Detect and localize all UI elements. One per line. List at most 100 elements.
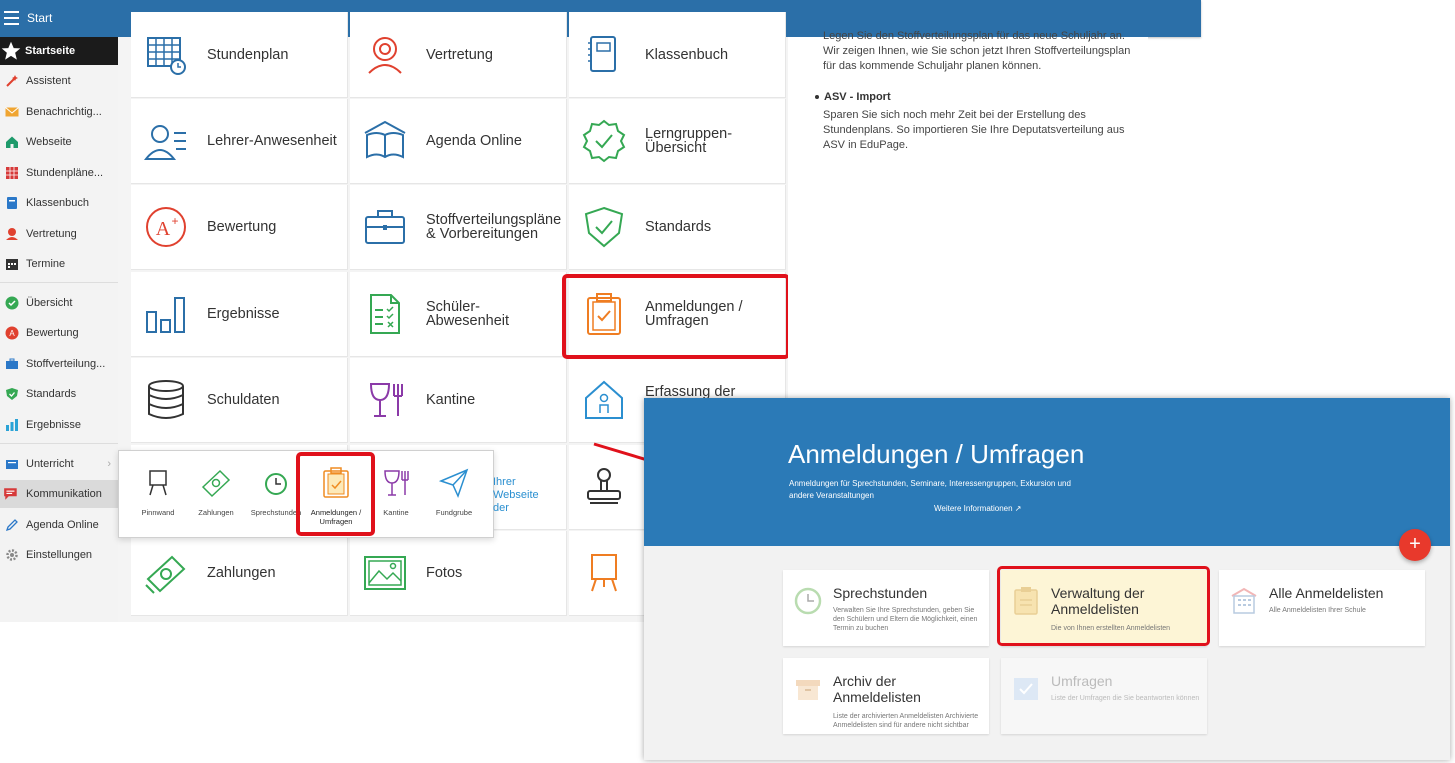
sidebar-item-label: Assistent (26, 75, 71, 87)
tile-label: Stoffverteilungspläne & Vorbereitungen (426, 212, 562, 242)
info-heading: ASV - Import (815, 91, 891, 103)
highlight-box-popup (296, 452, 375, 536)
tile-label: Kantine (426, 392, 476, 408)
sidebar-item-label: Kommunikation (26, 488, 102, 500)
tile-label: Stundenplan (207, 46, 289, 63)
zoom-title: Anmeldungen / Umfragen (788, 439, 1085, 469)
tile-lehrer-anwesenheit[interactable]: Lehrer-Anwesenheit (131, 99, 348, 184)
sidebar-item-standards[interactable]: Standards (0, 380, 118, 408)
sidebar-item-klassenbuch[interactable]: Klassenbuch (0, 189, 118, 217)
add-button[interactable]: + (1399, 529, 1431, 561)
sidebar-item-startseite[interactable]: Startseite (0, 37, 118, 65)
sidebar-item-kommunikation[interactable]: Kommunikation (0, 480, 118, 508)
sidebar-item-termine[interactable]: Termine (0, 250, 118, 278)
tile-label: Erfassung der (645, 384, 736, 400)
sidebar-item-label: Startseite (25, 45, 76, 57)
paper-plane-icon (438, 468, 469, 499)
chevron-right-icon: › (107, 458, 111, 470)
tile-standards[interactable]: Standards (569, 185, 786, 270)
card-archiv-der-anmeldelisten[interactable]: Archiv der Anmeldelisten Liste der archi… (783, 658, 989, 734)
lesson-icon (6, 460, 18, 469)
card-title: Sprechstunden (833, 585, 928, 601)
popup-item-label: Pinnwand (141, 508, 175, 517)
sidebar-item-benachrichtigungen[interactable]: Benachrichtig... (0, 98, 118, 126)
tile-fotos[interactable]: Fotos (350, 531, 567, 616)
sidebar-item-label: Vertretung (26, 228, 77, 240)
svg-text:A: A (156, 218, 171, 240)
cutlery-icon (369, 383, 403, 417)
calendar-icon (6, 259, 18, 270)
tile-kantine[interactable]: Kantine (350, 358, 567, 443)
envelope-icon (5, 107, 19, 117)
popup-item-zahlungen[interactable]: Zahlungen (185, 451, 247, 537)
teacher-icon (144, 125, 186, 160)
popup-item-label: Fundgrube (435, 508, 473, 517)
sidebar-item-label: Termine (26, 258, 66, 270)
sidebar-item-assistent[interactable]: Assistent (0, 67, 118, 95)
house-icon (6, 136, 18, 148)
tile-label: Fotos (426, 565, 463, 581)
tile-label: Agenda Online (426, 133, 522, 149)
checklist-icon (370, 294, 400, 334)
sidebar-item-label: Agenda Online (26, 519, 99, 531)
card-subtitle: Liste der Umfragen die Sie beantworten k… (1051, 695, 1200, 702)
bullet-icon (815, 95, 819, 100)
info-heading-text: ASV - Import (824, 91, 891, 103)
tile-label: Ergebnisse (207, 306, 280, 322)
tile-label: Bewertung (207, 219, 277, 235)
tile-schueler-abwesenheit[interactable]: Schüler- Abwesenheit (350, 272, 567, 357)
tile-label: Vertretung (426, 46, 493, 63)
more-info-link[interactable]: Weitere Informationen ↗ (934, 504, 1021, 513)
sidebar-item-unterricht[interactable]: Unterricht › (0, 450, 118, 478)
sidebar-item-label: Benachrichtig... (26, 106, 102, 118)
sidebar-item-uebersicht[interactable]: Übersicht (0, 289, 118, 317)
school-icon (1231, 587, 1257, 614)
tile-stoffverteilungsplaene[interactable]: Stoffverteilungspläne & Vorbereitungen (350, 185, 567, 270)
timetable-icon (147, 36, 186, 75)
sidebar-item-bewertung[interactable]: A Bewertung (0, 319, 118, 347)
house-person-icon (585, 380, 623, 419)
tile-klassenbuch[interactable]: Klassenbuch (569, 12, 786, 98)
highlight-box-card (997, 566, 1210, 646)
sidebar-item-stoffverteilung[interactable]: Stoffverteilung... (0, 350, 118, 378)
tile-agenda-online[interactable]: Agenda Online (350, 99, 567, 184)
tile-label: Lehrer-Anwesenheit (207, 133, 337, 149)
menu-icon[interactable] (4, 11, 19, 25)
card-alle-anmeldelisten[interactable]: Alle Anmeldelisten Alle Anmeldelisten Ih… (1219, 570, 1425, 646)
money-icon (201, 469, 231, 498)
popup-item-pinnwand[interactable]: Pinnwand (127, 451, 189, 537)
clock-icon (265, 473, 287, 495)
substitute-icon (6, 228, 18, 240)
sidebar-item-ergebnisse[interactable]: Ergebnisse (0, 411, 118, 439)
popup-item-fundgrube[interactable]: Fundgrube (423, 451, 485, 537)
substitute-icon (368, 36, 402, 74)
sidebar-item-agenda-online[interactable]: Agenda Online (0, 511, 118, 539)
sidebar-item-stundenplaene[interactable]: Stundenpläne... (0, 159, 118, 187)
pen-icon (5, 519, 18, 532)
tile-fragment-text[interactable]: Ihrer Webseite der (493, 476, 539, 515)
sidebar-item-label: Webseite (26, 136, 72, 148)
tile-schuldaten[interactable]: Schuldaten (131, 358, 348, 443)
tile-bewertung[interactable]: A + Bewertung (131, 185, 348, 270)
tile-ergebnisse[interactable]: Ergebnisse (131, 272, 348, 357)
card-sprechstunden[interactable]: Sprechstunden Verwalten Sie Ihre Sprechs… (783, 570, 989, 646)
bar-chart-icon (6, 419, 18, 431)
tile-zahlungen[interactable]: Zahlungen (131, 531, 348, 616)
money-icon (145, 555, 186, 594)
sidebar-item-webseite[interactable]: Webseite (0, 128, 118, 156)
card-subtitle: Alle Anmeldelisten Ihrer Schule (1269, 607, 1366, 614)
card-umfragen[interactable]: Umfragen Liste der Umfragen die Sie bean… (1001, 658, 1207, 734)
shield-icon (6, 388, 18, 400)
tile-label: Standards (645, 219, 712, 235)
sidebar-item-label: Ergebnisse (26, 419, 82, 431)
tile-stundenplan[interactable]: Stundenplan (131, 12, 348, 98)
tile-vertretung[interactable]: Vertretung (350, 12, 567, 98)
shield-check-icon (584, 206, 624, 248)
badge-check-icon (582, 119, 626, 163)
tile-label: Schuldaten (207, 392, 280, 408)
tile-label: Lerngruppen- Übersicht (645, 126, 733, 156)
sidebar-item-einstellungen[interactable]: Einstellungen (0, 541, 118, 569)
tile-lerngruppen-uebersicht[interactable]: Lerngruppen- Übersicht (569, 99, 786, 184)
sidebar-item-label: Standards (26, 388, 77, 400)
sidebar-item-vertretung[interactable]: Vertretung (0, 220, 118, 248)
